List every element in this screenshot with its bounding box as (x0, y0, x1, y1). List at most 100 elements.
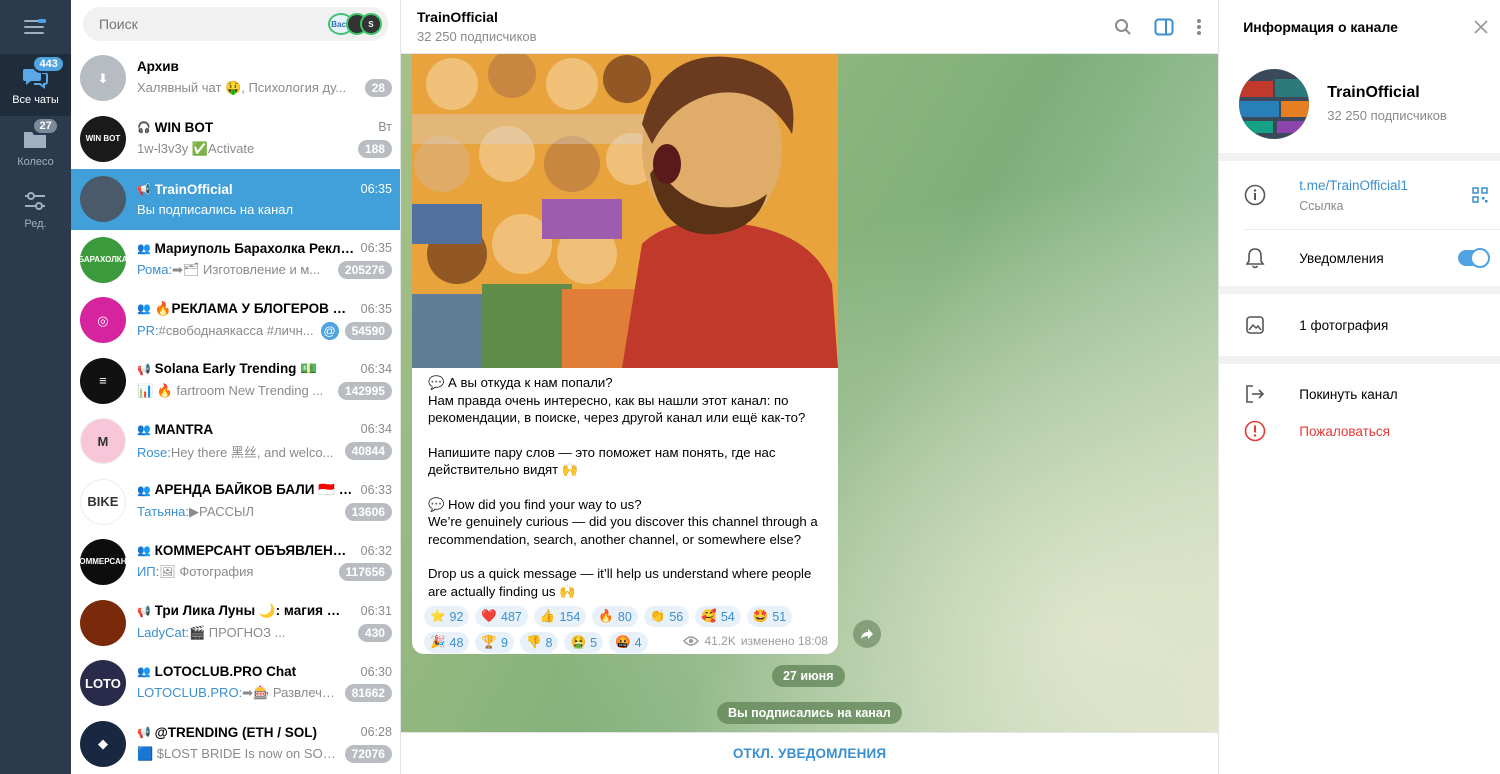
photos-row[interactable]: 1 фотография (1219, 294, 1500, 356)
chat-avatar (79, 599, 126, 646)
reaction-chip[interactable]: 🤮 5 (564, 632, 604, 653)
chat-list-item[interactable]: BIKE 👥 АРЕНДА БАЙКОВ БАЛИ 🇮🇩 BI... 06:33… (71, 472, 400, 533)
channel-link[interactable]: t.me/TrainOfficial1 (1299, 178, 1472, 193)
leave-channel-row[interactable]: Покинуть канал (1219, 364, 1500, 424)
chat-list-item[interactable]: БАРАХОЛКА 👥 Мариуполь Барахолка Рекла...… (71, 230, 400, 291)
report-label: Пожаловаться (1299, 423, 1390, 439)
reaction-chip[interactable]: 🥰 54 (695, 606, 741, 627)
reaction-chip[interactable]: 🔥 80 (592, 606, 638, 627)
reaction-chip[interactable]: 👏 56 (643, 606, 690, 627)
unread-badge: 443 (32, 55, 65, 73)
chat-title: КОММЕРСАНТ ОБЪЯВЛЕНИЯ ... (154, 543, 355, 559)
search-row: Вася S (71, 0, 400, 48)
channel-avatar[interactable] (1239, 68, 1310, 139)
chat-list-item[interactable]: КОММЕРСАНТ 👥 КОММЕРСАНТ ОБЪЯВЛЕНИЯ ... 0… (71, 532, 400, 593)
unread-count-badge: 72076 (344, 744, 392, 763)
sidebar-toggle-icon[interactable] (1154, 18, 1174, 36)
avatar-initials: ≡ (99, 373, 107, 389)
search-box[interactable]: Вася S (82, 7, 388, 41)
chat-preview: Халявный чат 🤑, Психология ду... (137, 80, 359, 96)
chat-preview: Рома:➡🗂 Изготовление и м... (137, 262, 332, 278)
reaction-chip[interactable]: 🎉 48 (423, 632, 470, 653)
folder-edit[interactable]: Ред. (0, 178, 71, 240)
chat-preview-text: 🟦 $LOST BRIDE Is now on SOL ... (136, 745, 339, 761)
unread-count-badge: 188 (357, 139, 392, 158)
reaction-chip[interactable]: ⭐ 92 (423, 606, 470, 627)
post-image[interactable] (411, 54, 838, 368)
reaction-emoji: ⭐ (429, 609, 446, 623)
avatar-initials: ◆ (97, 736, 108, 752)
notifications-row[interactable]: Уведомления (1219, 230, 1500, 286)
search-icon[interactable] (1114, 18, 1132, 36)
chat-list-item[interactable]: ≡ 📢 Solana Early Trending 💵 06:34 📊 🔥 fa… (71, 351, 400, 412)
search-input[interactable] (98, 16, 328, 32)
folder-all-chats[interactable]: 443 Все чаты (0, 54, 71, 116)
subscriber-count: 32 250 подписчиков (416, 29, 537, 44)
chat-list-item[interactable]: LOTO 👥 LOTOCLUB.PRO Chat 06:30 LOTOCLUB.… (71, 653, 400, 714)
avatar-initials: M (97, 433, 109, 449)
chat-avatar: BIKE (79, 478, 126, 525)
reaction-emoji: 👍 (539, 609, 556, 623)
reaction-chip[interactable]: 🏆 9 (475, 632, 514, 653)
chat-list-item[interactable]: M 👥 MANTRA 06:34 Rose:Hey there 黑丝, and … (71, 411, 400, 472)
telegram-app: 443 Все чаты 27 Колесо Ред. Вася (0, 0, 1500, 774)
channel-title[interactable]: TrainOfficial (417, 9, 1114, 25)
forward-button[interactable] (852, 620, 881, 648)
qr-code-icon[interactable] (1472, 187, 1488, 203)
report-row[interactable]: Пожаловаться (1219, 420, 1500, 442)
folder-rail: 443 Все чаты 27 Колесо Ред. (0, 0, 71, 774)
bell-icon (1243, 247, 1267, 269)
reaction-count: 92 (449, 609, 464, 624)
chat-avatar: БАРАХОЛКА (79, 236, 126, 283)
menu-button[interactable] (0, 0, 71, 54)
chat-list-item[interactable]: WIN BOT 🎧 WIN BOT Вт 1w-l3v3y ✅Activate … (71, 109, 400, 170)
notifications-toggle[interactable] (1458, 248, 1490, 268)
reaction-chip[interactable]: 🤩 51 (746, 606, 793, 627)
chat-avatar: WIN BOT (79, 115, 126, 162)
chat-type-icon: 👥 (136, 484, 151, 497)
reaction-chip[interactable]: 👎 8 (519, 632, 559, 653)
info-icon (1243, 184, 1267, 206)
chat-list-item[interactable]: ◆ 📢 @TRENDING (ETH / SOL) 06:28 🟦 $LOST … (71, 714, 400, 774)
chat-time: 06:35 (360, 182, 392, 197)
reaction-emoji: 👏 (649, 609, 666, 623)
post-cta-ru: Напишите пару слов — это поможет нам пон… (427, 444, 776, 478)
avatar-initials: LOTO (85, 675, 121, 691)
chat-list-item[interactable]: ◎ 👥 🔥РЕКЛАМА У БЛОГЕРОВ 🔥... 06:35 PR:#с… (71, 290, 400, 351)
chat-background: 💬 А вы откуда к нам попали? Нам правда оч… (400, 54, 1219, 732)
close-icon[interactable] (1474, 20, 1488, 34)
story-avatar[interactable]: S (359, 13, 382, 35)
channel-profile: TrainOfficial 32 250 подписчиков (1219, 54, 1500, 161)
chat-title: 🔥РЕКЛАМА У БЛОГЕРОВ 🔥... (154, 300, 355, 316)
reaction-chip[interactable]: 🤬 4 (609, 632, 648, 653)
channel-link-row[interactable]: t.me/TrainOfficial1 Ссылка (1219, 161, 1500, 229)
channel-info-panel: Информация о канале TrainOfficial 32 250… (1218, 0, 1500, 774)
chat-time: 06:30 (360, 664, 392, 679)
chat-header[interactable]: TrainOfficial 32 250 подписчиков (400, 0, 1219, 54)
reaction-count: 51 (772, 609, 787, 624)
channel-name: TrainOfficial (1327, 84, 1420, 101)
reaction-count: 154 (559, 609, 581, 624)
chat-preview: PR:#свободнаякасса #личн... (137, 323, 317, 338)
chat-list-item[interactable]: 📢 TrainOfficial 06:35 Вы подписались на … (70, 169, 400, 230)
chat-preview-text: 🎬 ПРОГНОЗ ... (188, 625, 286, 641)
chat-sender: Татьяна: (136, 504, 190, 520)
reaction-chip[interactable]: 👍 154 (533, 606, 587, 627)
chat-list-item[interactable]: 📢 Три Лика Луны 🌙: магия 🪄... 06:31 Lady… (71, 593, 400, 654)
reaction-count: 56 (669, 609, 684, 624)
chat-preview-text: ➡🗂 Изготовление и м... (172, 261, 321, 277)
chat-sender: LOTOCLUB.PRO: (136, 685, 243, 701)
chat-type-icon: 📢 (136, 605, 151, 618)
reaction-chip[interactable]: ❤️ 487 (475, 606, 528, 627)
chat-time: 06:33 (360, 483, 392, 498)
stories[interactable]: Вася S (327, 13, 382, 35)
folder-koleso[interactable]: 27 Колесо (0, 116, 71, 178)
chat-list-item[interactable]: ⬇ Архив Халявный чат 🤑, Психология ду...… (71, 48, 400, 109)
reaction-count: 8 (545, 635, 553, 650)
channel-post[interactable]: 💬 А вы откуда к нам попали? Нам правда оч… (411, 54, 838, 654)
chat-preview: Татьяна:▶РАССЫЛ (137, 504, 339, 520)
unread-count-badge: 81662 (344, 684, 392, 703)
mute-notifications-button[interactable]: ОТКЛ. УВЕДОМЛЕНИЯ (733, 746, 887, 761)
more-vertical-icon[interactable] (1196, 18, 1202, 36)
chat-avatar: ⬇ (79, 55, 126, 102)
